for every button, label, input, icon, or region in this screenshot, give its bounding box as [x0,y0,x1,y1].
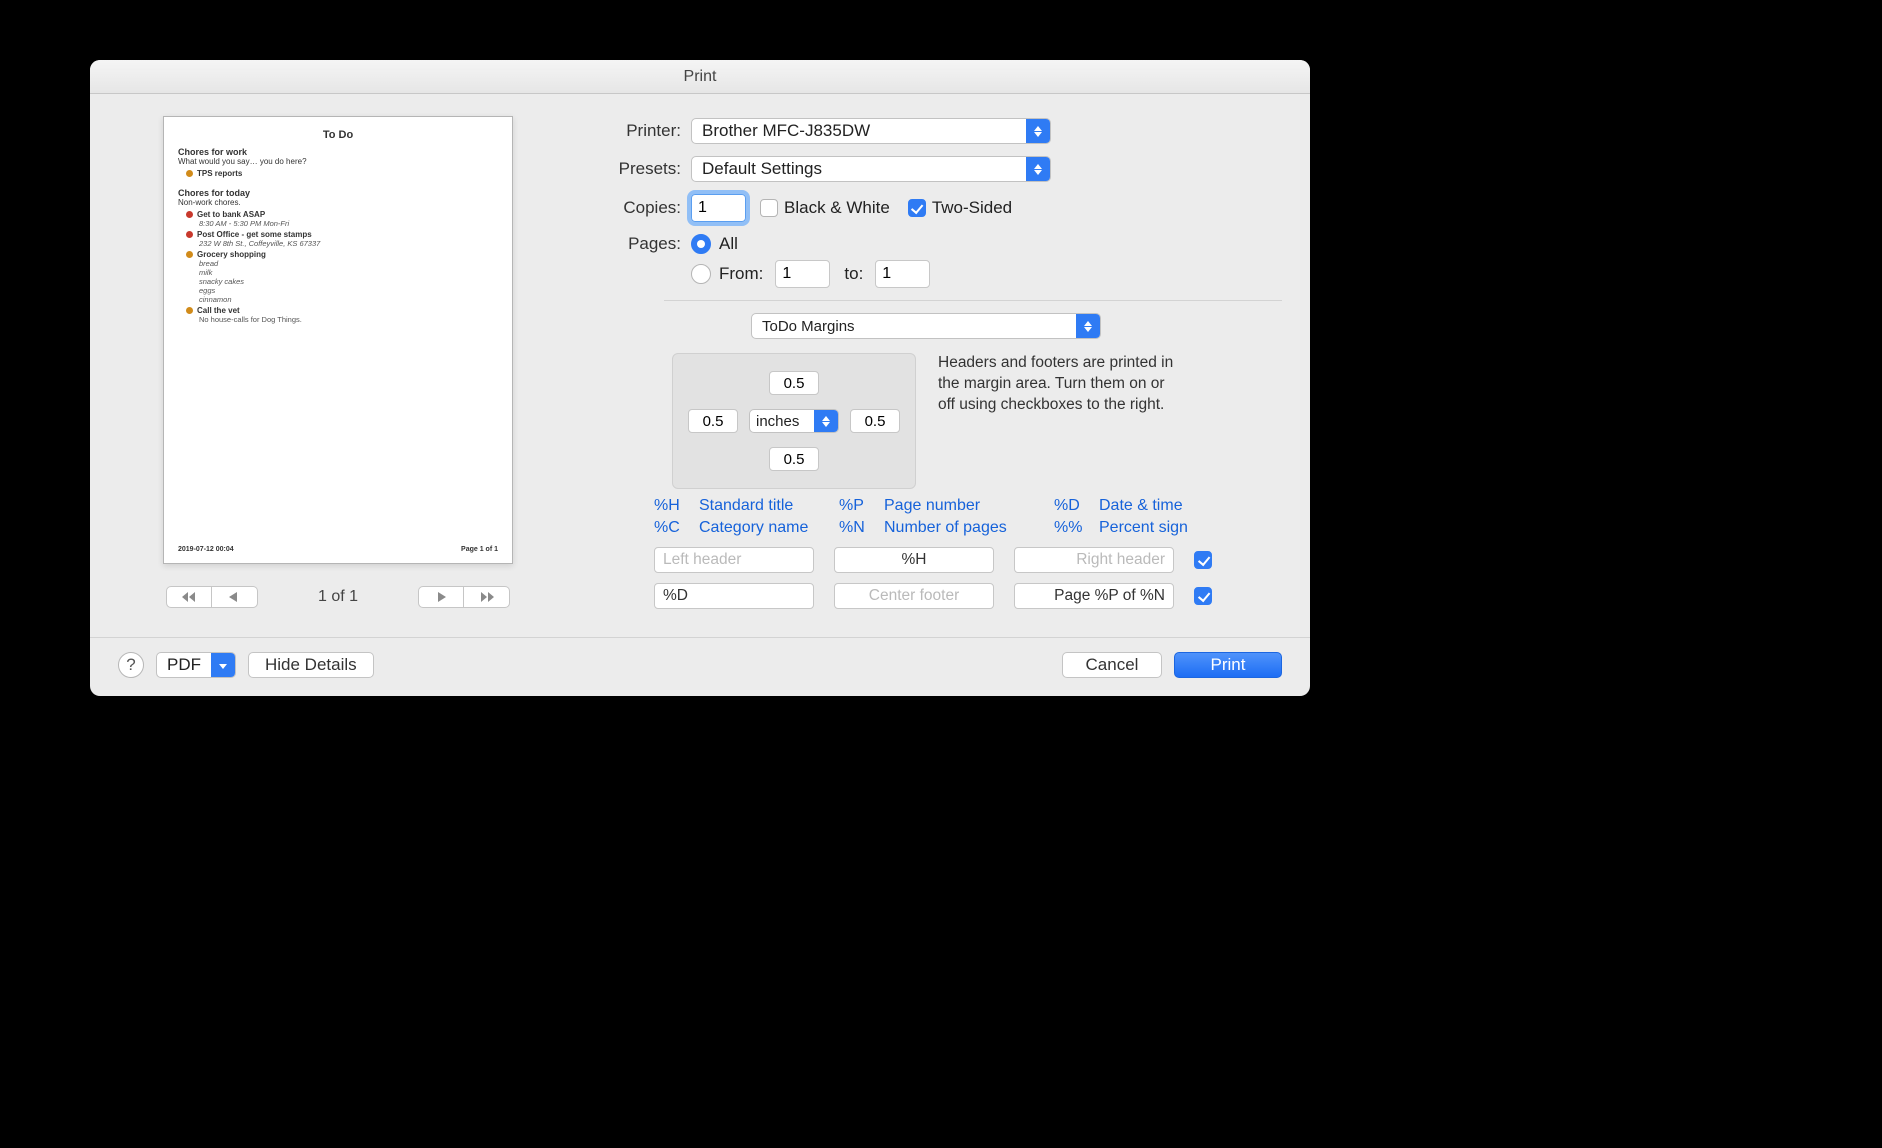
copies-label: Copies: [586,198,681,218]
margin-right-input[interactable] [850,409,900,433]
preview-footer-left: 2019-07-12 00:04 [178,546,234,553]
margins-box: inches [672,353,916,489]
preview-cat2: Chores for today [178,188,498,198]
preview-li: eggs [199,286,498,295]
header-enabled-checkbox[interactable] [1194,551,1212,569]
printer-select[interactable]: Brother MFC-J835DW [691,118,1051,144]
help-button[interactable]: ? [118,652,144,678]
bottom-bar: ? PDF Hide Details Cancel Print [90,637,1310,696]
preview-column: To Do Chores for work What would you say… [118,116,558,619]
pages-from-input[interactable] [775,260,830,288]
bw-label: Black & White [784,198,890,218]
margin-bottom-input[interactable] [769,447,819,471]
token-legend: %HStandard title %PPage number %DDate & … [654,497,1282,537]
next-page-button[interactable] [418,586,464,608]
from-label: From: [719,264,763,284]
two-sided-checkbox[interactable] [908,199,926,217]
margins-help-text: Headers and footers are printed in the m… [938,353,1178,489]
right-footer-input[interactable] [1014,583,1174,609]
preview-li: snacky cakes [199,277,498,286]
presets-label: Presets: [586,159,681,179]
first-page-button[interactable] [166,586,212,608]
divider [664,300,1282,301]
print-dialog: Print To Do Chores for work What would y… [90,60,1310,696]
preview-cat1-desc: What would you say… you do here? [178,157,498,166]
token-label: Percent sign [1099,519,1239,537]
updown-icon [814,410,838,432]
units-value: inches [750,413,814,430]
pages-label: Pages: [586,234,681,254]
copies-input[interactable] [691,194,746,222]
preview-cat2-desc: Non-work chores. [178,198,498,207]
margin-left-input[interactable] [688,409,738,433]
center-header-input[interactable] [834,547,994,573]
to-label: to: [844,264,863,284]
pages-all-label: All [719,234,738,254]
updown-icon [1026,119,1050,143]
preview-li: cinnamon [199,295,498,304]
updown-icon [1076,314,1100,338]
pages-to-input[interactable] [875,260,930,288]
pages-range-radio[interactable] [691,264,711,284]
printer-value: Brother MFC-J835DW [692,121,1026,141]
preview-item: TPS reports [186,169,498,178]
token-label: Page number [884,497,1054,515]
preview-footer-right: Page 1 of 1 [461,546,498,553]
token: %D [1054,497,1099,515]
last-page-button[interactable] [464,586,510,608]
preview-sub: No house-calls for Dog Things. [199,315,498,324]
preview-item: Post Office - get some stamps [186,230,498,239]
preview-item: Call the vet [186,306,498,315]
margin-top-input[interactable] [769,371,819,395]
print-button[interactable]: Print [1174,652,1282,678]
token-label: Standard title [699,497,839,515]
token-label: Category name [699,519,839,537]
preview-item: Grocery shopping [186,250,498,259]
preview-title: To Do [178,129,498,141]
center-footer-input[interactable] [834,583,994,609]
preview-li: milk [199,268,498,277]
bw-checkbox[interactable] [760,199,778,217]
pdf-menu[interactable]: PDF [156,652,236,678]
token: %% [1054,519,1099,537]
token: %N [839,519,884,537]
preview-li: bread [199,259,498,268]
window-title: Print [684,68,717,86]
preview-sub: 8:30 AM - 5:30 PM Mon-Fri [199,219,498,228]
panel-select[interactable]: ToDo Margins [751,313,1101,339]
pager: 1 of 1 [118,586,558,608]
right-header-input[interactable] [1014,547,1174,573]
preview-sub: 232 W 8th St., Coffeyville, KS 67337 [199,239,498,248]
token: %H [654,497,699,515]
left-header-input[interactable] [654,547,814,573]
chevron-down-icon [211,653,235,677]
cancel-button[interactable]: Cancel [1062,652,1162,678]
presets-select[interactable]: Default Settings [691,156,1051,182]
left-footer-input[interactable] [654,583,814,609]
titlebar: Print [90,60,1310,94]
two-sided-label: Two-Sided [932,198,1012,218]
form-column: Printer: Brother MFC-J835DW Presets: Def… [586,116,1282,619]
token: %P [839,497,884,515]
token: %C [654,519,699,537]
token-label: Date & time [1099,497,1239,515]
token-label: Number of pages [884,519,1054,537]
page-indicator: 1 of 1 [318,588,358,606]
preview-item: Get to bank ASAP [186,210,498,219]
pages-all-radio[interactable] [691,234,711,254]
preview-cat1: Chores for work [178,147,498,157]
pdf-label: PDF [157,655,211,675]
updown-icon [1026,157,1050,181]
printer-label: Printer: [586,121,681,141]
units-select[interactable]: inches [749,409,839,433]
hide-details-button[interactable]: Hide Details [248,652,374,678]
prev-page-button[interactable] [212,586,258,608]
footer-enabled-checkbox[interactable] [1194,587,1212,605]
panel-value: ToDo Margins [752,318,1076,335]
page-preview: To Do Chores for work What would you say… [163,116,513,564]
presets-value: Default Settings [692,159,1026,179]
